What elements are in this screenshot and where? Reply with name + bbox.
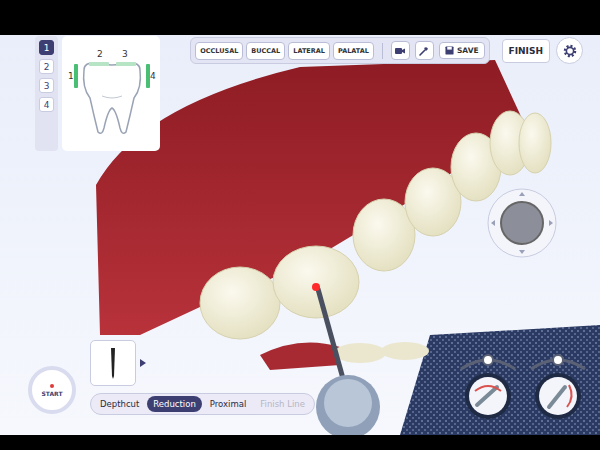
expand-arrow-icon [140,359,146,367]
surface-label: 2 [97,50,103,59]
mode-button: Finish Line [254,396,311,412]
app-screen: 1 2 3 4 1 2 3 4 OCCLUSALBUCCALLATERALPALATAL S… [0,0,600,450]
mode-button[interactable]: Proximal [204,396,252,412]
tilt-handpiece-icon [525,349,591,421]
surface-item[interactable]: 1 [39,40,54,55]
settings-button[interactable] [556,37,583,64]
save-button[interactable]: SAVE [439,42,485,59]
tool-button[interactable] [415,41,434,60]
finish-button[interactable]: FINISH [502,39,550,63]
rotate-handpiece-icon [455,349,521,421]
joystick-icon [487,188,557,258]
bur-selector[interactable] [90,340,315,386]
mode-button[interactable]: Reduction [147,396,202,412]
view-button[interactable]: BUCCAL [246,42,285,60]
camera-button[interactable] [391,41,410,60]
tooth-diagram: 1 2 3 4 [62,36,160,151]
drill-icon [418,45,430,57]
simulation-area: 1 2 3 4 1 2 3 4 OCCLUSALBUCCALLATERALPALATAL S… [0,35,600,435]
surface-item[interactable]: 4 [39,97,54,112]
view-button[interactable]: PALATAL [333,42,374,60]
hud: 1 2 3 4 1 2 3 4 OCCLUSALBUCCALLATERALPALATAL S… [0,35,600,435]
toolbar: OCCLUSALBUCCALLATERALPALATAL SAVE [190,37,489,64]
surface-list: 1 2 3 4 [35,36,58,151]
camera-icon [394,45,406,57]
start-button[interactable]: START [28,366,76,414]
surface-label: 3 [122,50,128,59]
joystick[interactable] [487,188,557,262]
mode-bar: DepthcutReductionProximalFinish Line [90,393,315,415]
tilt-dial[interactable] [525,349,591,421]
surface-item[interactable]: 3 [39,78,54,93]
surface-label: 4 [150,72,156,81]
surface-item[interactable]: 2 [39,59,54,74]
bottom-bar [0,435,600,450]
mode-button[interactable]: Depthcut [94,396,145,412]
gear-icon [562,43,578,59]
top-bar [0,0,600,35]
save-icon [445,46,454,55]
view-buttons: OCCLUSALBUCCALLATERALPALATAL [195,42,374,60]
view-button[interactable]: LATERAL [288,42,330,60]
view-button[interactable]: OCCLUSAL [195,42,243,60]
bur-icon [108,346,118,380]
surface-label: 1 [68,72,74,81]
rotate-dial[interactable] [455,349,521,421]
tooth-icon [62,36,160,151]
